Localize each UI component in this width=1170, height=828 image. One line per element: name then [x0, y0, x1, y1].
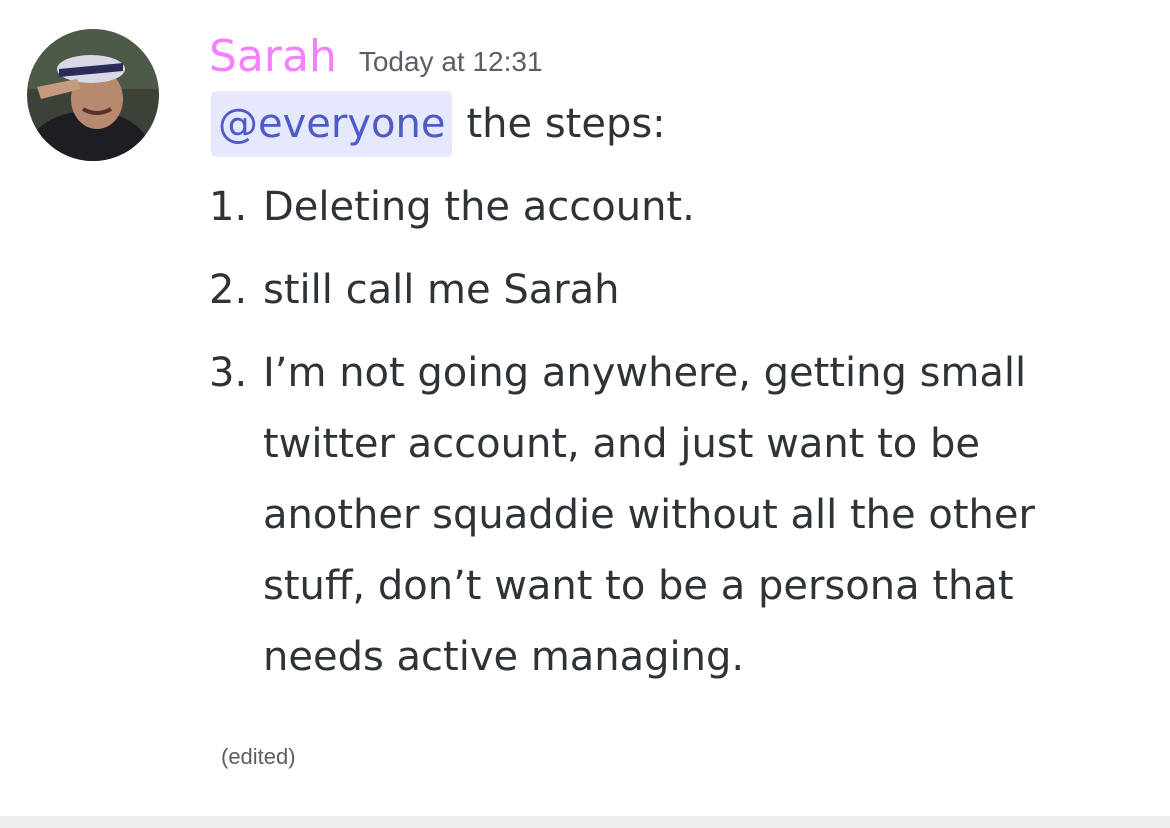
message-content: Sarah Today at 12:31 @everyone the steps… [209, 26, 1159, 705]
list-item-number: 3. [209, 350, 248, 396]
everyone-mention[interactable]: @everyone [211, 91, 453, 157]
edited-label: (edited) [221, 744, 296, 769]
list-item-text: still call me Sarah [263, 267, 620, 313]
message-header: Sarah Today at 12:31 [209, 26, 1159, 88]
list-item-number: 1. [209, 184, 248, 230]
author-name[interactable]: Sarah [209, 26, 337, 88]
user-avatar[interactable] [27, 29, 159, 161]
list-item: 2. still call me Sarah [209, 255, 1159, 326]
list-item: 3. I’m not going anywhere, getting small… [209, 338, 1159, 693]
message-intro: @everyone the steps: [211, 88, 1159, 160]
list-item-number: 2. [209, 267, 248, 313]
intro-text: the steps: [466, 101, 666, 147]
steps-list: 1. Deleting the account. 2. still call m… [209, 172, 1159, 693]
chat-message: Sarah Today at 12:31 @everyone the steps… [0, 0, 1170, 816]
message-divider [0, 816, 1170, 828]
message-timestamp: Today at 12:31 [358, 46, 543, 77]
list-item: 1. Deleting the account. [209, 172, 1159, 243]
avatar-photo [27, 29, 159, 161]
list-item-text: Deleting the account. [263, 184, 695, 230]
list-item-text: I’m not going anywhere, getting small tw… [263, 350, 1035, 680]
